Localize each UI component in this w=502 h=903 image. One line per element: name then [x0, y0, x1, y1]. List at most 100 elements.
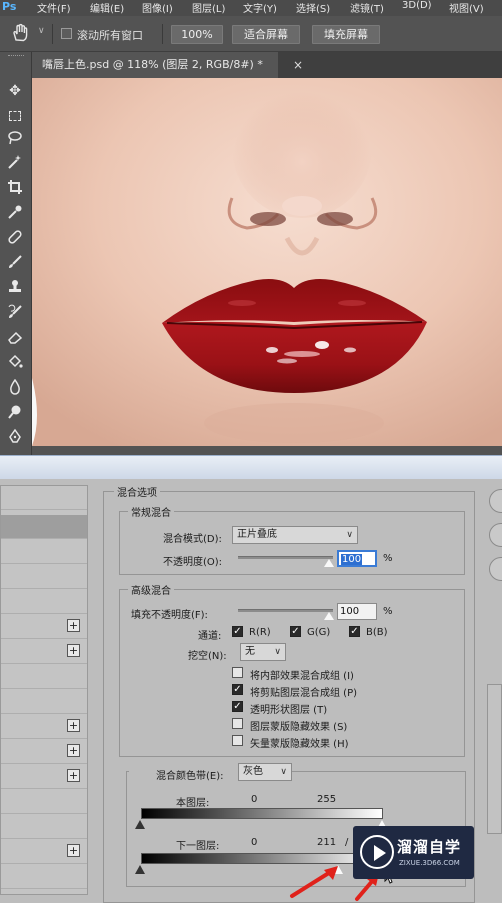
menu-view[interactable]: 视图(V): [449, 0, 484, 15]
blend-mode-label: 混合模式(D):: [163, 534, 222, 545]
layer-mask-hides-label: 图层蒙版隐藏效果 (S): [250, 722, 348, 733]
list-item[interactable]: [1, 690, 87, 714]
blend-interior-label: 将内部效果混合成组 (I): [250, 671, 354, 682]
canvas[interactable]: [32, 78, 502, 446]
blend-if-select[interactable]: 灰色 ∨: [238, 763, 292, 781]
add-icon[interactable]: +: [67, 744, 80, 757]
transparency-shapes-checkbox[interactable]: ✓: [232, 701, 243, 712]
list-item[interactable]: +: [1, 840, 87, 864]
stamp-icon[interactable]: [4, 279, 26, 301]
ok-button[interactable]: [489, 489, 502, 513]
blur-icon[interactable]: [4, 378, 26, 401]
screen: Ps 文件(F) 编辑(E) 图像(I) 图层(L) 文字(Y) 选择(S) 滤…: [0, 0, 502, 903]
channels-label: 通道:: [198, 631, 222, 642]
list-item[interactable]: [1, 790, 87, 814]
brush-icon[interactable]: [4, 254, 26, 276]
blend-clipped-checkbox[interactable]: ✓: [232, 684, 243, 695]
menu-filter[interactable]: 滤镜(T): [350, 0, 384, 15]
history-brush-icon[interactable]: [4, 304, 26, 326]
chevron-down-icon: ∨: [274, 647, 281, 657]
list-item[interactable]: [1, 486, 87, 510]
menu-select[interactable]: 选择(S): [296, 0, 330, 15]
app-logo: Ps: [2, 0, 17, 13]
close-icon[interactable]: ×: [293, 58, 303, 72]
scroll-all-checkbox[interactable]: [61, 28, 72, 39]
healing-icon[interactable]: [4, 229, 26, 251]
add-icon[interactable]: +: [67, 619, 80, 632]
menu-file[interactable]: 文件(F): [37, 0, 71, 15]
underlying-black-stop[interactable]: [135, 865, 145, 874]
new-style-button[interactable]: [489, 557, 502, 581]
fill-opacity-slider-thumb[interactable]: [324, 612, 334, 620]
menu-layer[interactable]: 图层(L): [192, 0, 225, 15]
fill-opacity-slider[interactable]: [238, 609, 333, 612]
add-icon[interactable]: +: [67, 844, 80, 857]
blend-interior-checkbox[interactable]: [232, 667, 243, 678]
channel-r-checkbox[interactable]: ✓: [232, 626, 243, 637]
paint-bucket-icon[interactable]: [4, 354, 26, 376]
play-logo-icon: [360, 835, 394, 869]
list-item[interactable]: [1, 665, 87, 689]
eraser-icon[interactable]: [4, 329, 26, 351]
fill-opacity-percent: %: [383, 606, 393, 617]
menu-image[interactable]: 图像(I): [142, 0, 173, 15]
knockout-select[interactable]: 无 ∨: [240, 643, 286, 661]
list-item[interactable]: [1, 865, 87, 889]
layer-mask-hides-checkbox[interactable]: [232, 718, 243, 729]
list-item[interactable]: +: [1, 740, 87, 764]
list-item[interactable]: [1, 815, 87, 839]
move-icon[interactable]: ✥: [4, 80, 26, 102]
eyedropper-icon[interactable]: [4, 204, 26, 226]
fit-screen-button[interactable]: 适合屏幕: [232, 25, 300, 44]
toolbar-grip[interactable]: [8, 55, 24, 58]
list-item-selected[interactable]: [1, 515, 87, 539]
channel-g-checkbox[interactable]: ✓: [290, 626, 301, 637]
list-item[interactable]: +: [1, 715, 87, 739]
this-layer-label: 本图层:: [176, 798, 210, 809]
add-icon[interactable]: +: [67, 719, 80, 732]
add-icon[interactable]: +: [67, 769, 80, 782]
dialog-title-bar[interactable]: [0, 455, 502, 479]
marquee-icon[interactable]: [4, 105, 26, 127]
dodge-icon[interactable]: [4, 404, 26, 426]
opacity-label: 不透明度(O):: [163, 557, 223, 568]
advanced-blending-title: 高级混合: [128, 582, 174, 597]
transparency-shapes-label: 透明形状图层 (T): [250, 705, 328, 716]
menu-type[interactable]: 文字(Y): [243, 0, 277, 15]
list-item[interactable]: +: [1, 765, 87, 789]
blend-mode-select[interactable]: 正片叠底 ∨: [232, 526, 358, 544]
general-blending-title: 常规混合: [128, 504, 174, 519]
list-item[interactable]: [1, 590, 87, 614]
this-layer-black-stop[interactable]: [135, 820, 145, 829]
opacity-slider[interactable]: [238, 556, 333, 559]
vector-mask-hides-checkbox[interactable]: [232, 735, 243, 746]
watermark-title: 溜溜自学: [397, 838, 462, 856]
opacity-percent: %: [383, 553, 393, 564]
canvas-bottom-bar: [32, 446, 502, 455]
document-tab[interactable]: 嘴唇上色.psd @ 118% (图层 2, RGB/8#) *: [32, 52, 278, 78]
add-icon[interactable]: +: [67, 644, 80, 657]
zoom-100-button[interactable]: 100%: [171, 25, 223, 44]
menu-edit[interactable]: 编辑(E): [90, 0, 124, 15]
menu-bar: Ps 文件(F) 编辑(E) 图像(I) 图层(L) 文字(Y) 选择(S) 滤…: [0, 0, 502, 16]
channel-b-checkbox[interactable]: ✓: [349, 626, 360, 637]
list-item[interactable]: [1, 565, 87, 589]
cancel-button[interactable]: [489, 523, 502, 547]
chevron-down-icon[interactable]: ∨: [38, 26, 45, 36]
this-layer-gradient: [141, 808, 383, 819]
list-item[interactable]: +: [1, 615, 87, 639]
list-item[interactable]: +: [1, 640, 87, 664]
magic-wand-icon[interactable]: [4, 154, 26, 176]
fill-screen-button[interactable]: 填充屏幕: [312, 25, 380, 44]
lasso-icon[interactable]: [4, 130, 26, 152]
fill-opacity-input[interactable]: 100: [337, 603, 377, 620]
crop-icon[interactable]: [4, 179, 26, 201]
divider: [52, 24, 53, 44]
menu-3d[interactable]: 3D(D): [402, 0, 432, 11]
face-photo: [32, 78, 502, 446]
opacity-slider-thumb[interactable]: [324, 559, 334, 567]
pen-icon[interactable]: [4, 428, 26, 450]
opacity-input[interactable]: 100: [337, 550, 377, 567]
options-bar: ∨ 滚动所有窗口 100% 适合屏幕 填充屏幕: [0, 16, 502, 52]
list-item[interactable]: [1, 540, 87, 564]
